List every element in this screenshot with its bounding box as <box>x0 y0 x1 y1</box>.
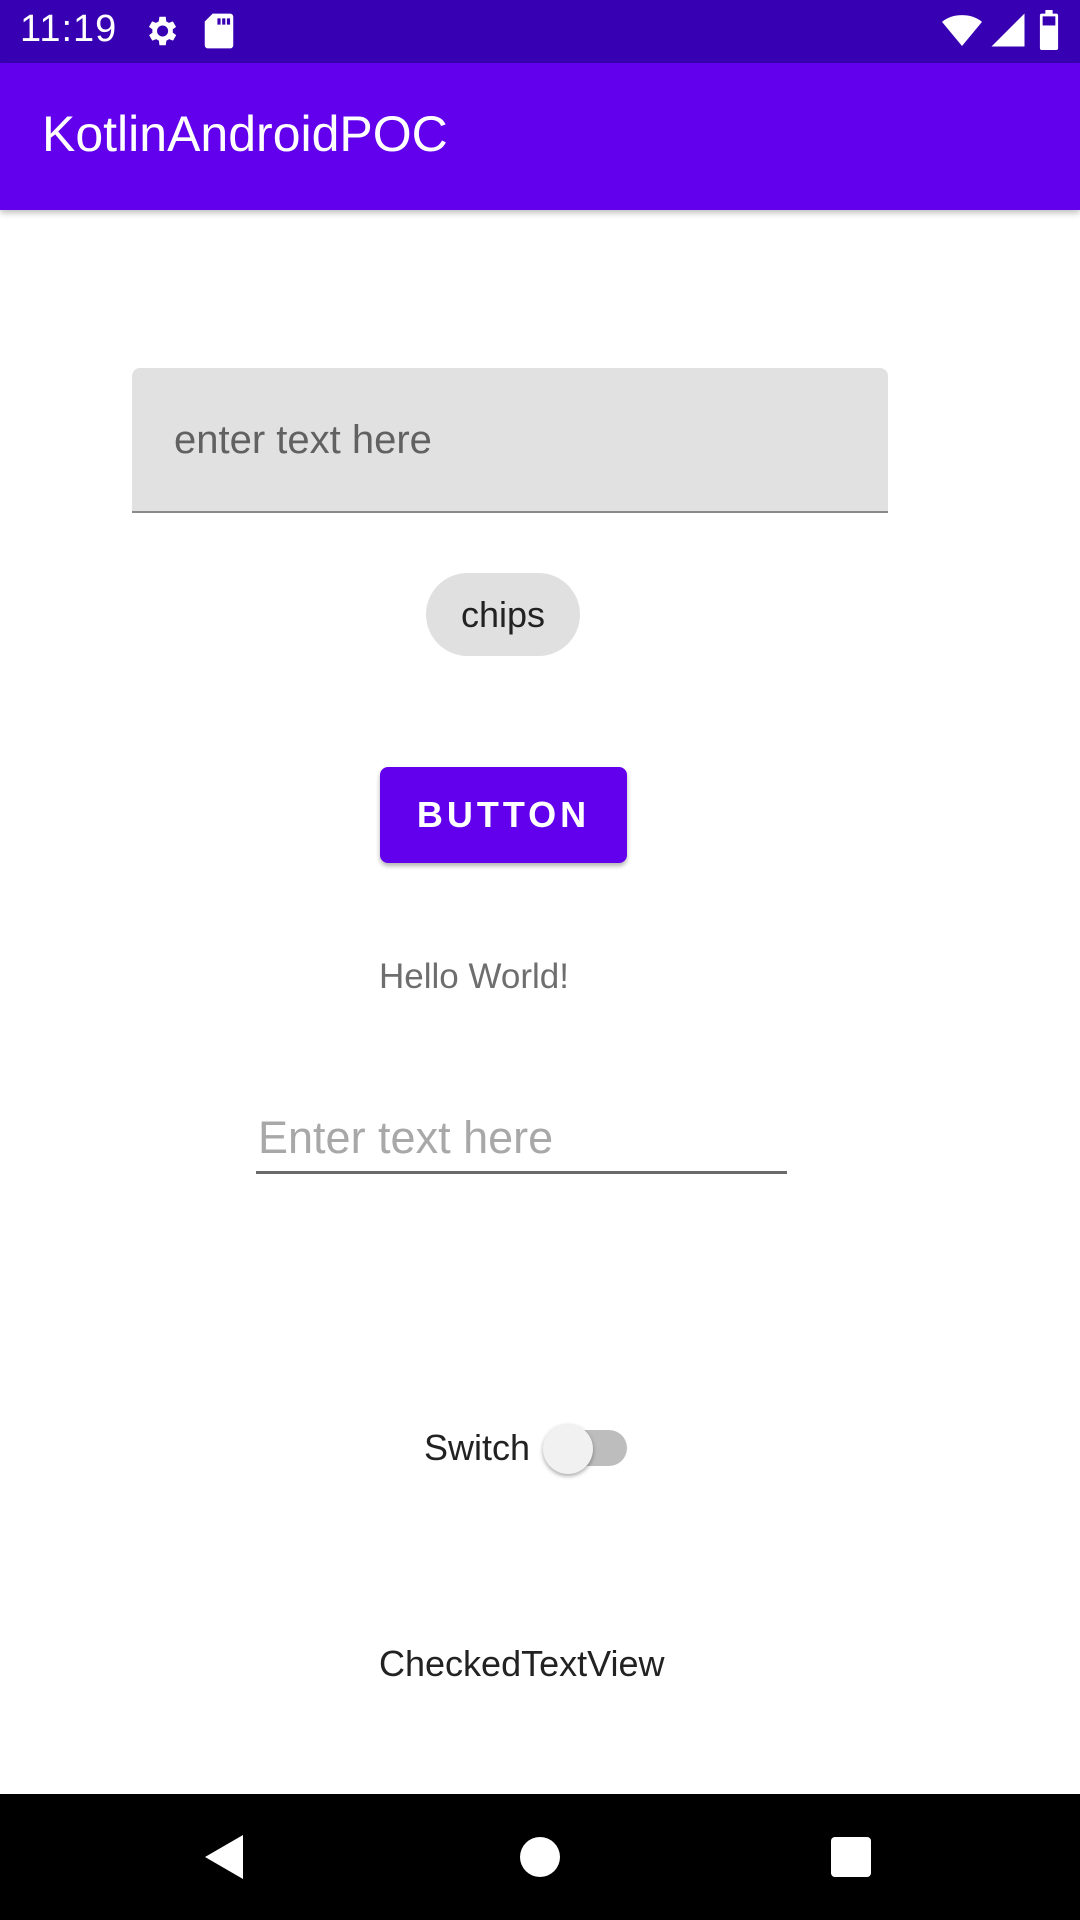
switch-thumb[interactable] <box>543 1424 593 1474</box>
filled-text-field[interactable]: enter text here <box>132 368 888 513</box>
status-bar: 11:19 <box>0 0 1080 63</box>
hello-text: Hello World! <box>379 957 569 996</box>
wifi-icon <box>942 14 982 53</box>
chip[interactable]: chips <box>426 573 580 656</box>
screen: 11:19 KotlinAndroidPOC enter text here c… <box>0 0 1080 1920</box>
recents-icon[interactable] <box>791 1794 911 1920</box>
edit-text-field-placeholder: Enter text here <box>258 1112 554 1163</box>
gear-icon <box>142 12 180 55</box>
signal-icon <box>990 12 1026 53</box>
filled-text-field-placeholder: enter text here <box>174 418 432 462</box>
app-title: KotlinAndroidPOC <box>42 106 448 162</box>
battery-icon <box>1038 10 1060 55</box>
app-bar: KotlinAndroidPOC <box>0 63 1080 210</box>
switch-label: Switch <box>424 1427 531 1468</box>
primary-button[interactable]: BUTTON <box>380 767 627 863</box>
edit-text-field[interactable]: Enter text here <box>256 1100 787 1174</box>
sd-card-icon <box>202 12 236 55</box>
status-time: 11:19 <box>20 8 118 50</box>
checked-text-view[interactable]: CheckedTextView <box>379 1643 665 1685</box>
navigation-bar <box>0 1794 1080 1920</box>
back-icon[interactable] <box>165 1794 285 1920</box>
home-icon[interactable] <box>480 1794 600 1920</box>
